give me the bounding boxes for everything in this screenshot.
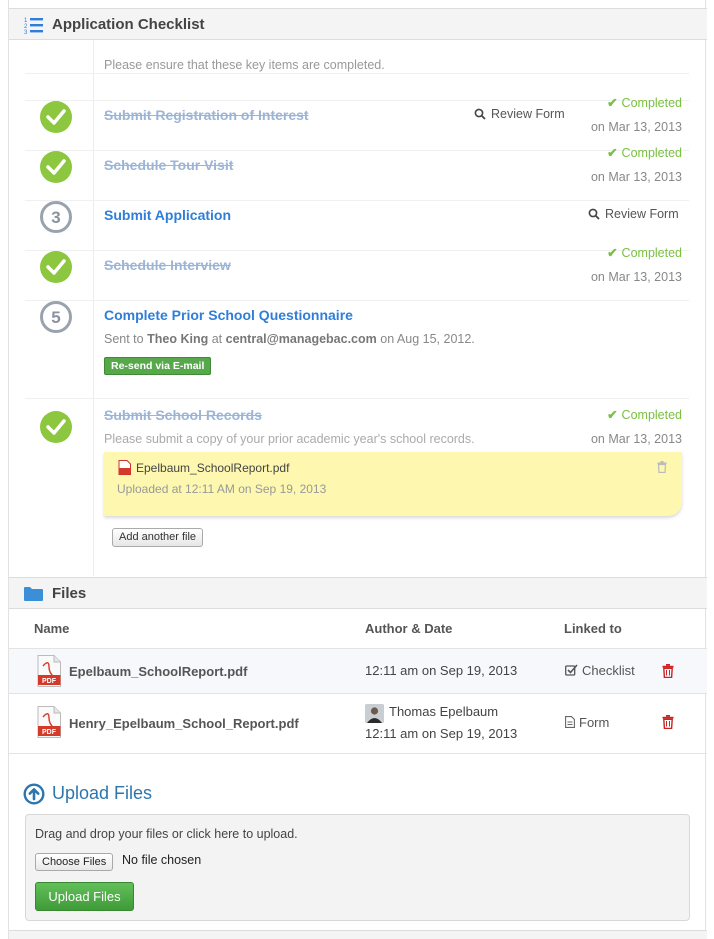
checkbox-icon bbox=[565, 664, 578, 676]
checklist-item-title[interactable]: Complete Prior School Questionnaire bbox=[104, 307, 353, 323]
attachment-filename[interactable]: Epelbaum_SchoolReport.pdf bbox=[136, 461, 289, 475]
step-number-icon: 5 bbox=[40, 301, 72, 333]
pdf-file-icon bbox=[118, 460, 131, 478]
check-icon: ✔ bbox=[607, 146, 618, 160]
folder-icon bbox=[24, 586, 43, 604]
column-header-linked-to: Linked to bbox=[564, 621, 622, 636]
divider bbox=[25, 150, 689, 151]
checklist-item-title[interactable]: Schedule Interview bbox=[104, 257, 231, 273]
checklist-item-title[interactable]: Submit Registration of Interest bbox=[104, 107, 309, 123]
status-completed: ✔ Completed bbox=[607, 245, 682, 260]
file-date: 12:11 am on Sep 19, 2013 bbox=[365, 726, 518, 741]
column-header-author-date: Author & Date bbox=[365, 621, 453, 636]
step-completed-icon bbox=[40, 411, 72, 443]
step-completed-icon bbox=[40, 151, 72, 183]
status-text: Completed bbox=[621, 246, 682, 260]
svg-text:3: 3 bbox=[24, 30, 28, 34]
divider bbox=[9, 930, 707, 939]
check-icon: ✔ bbox=[607, 246, 618, 260]
checklist-item-title[interactable]: Submit Application bbox=[104, 207, 231, 223]
step-number: 5 bbox=[51, 308, 61, 327]
step-completed-icon bbox=[40, 251, 72, 283]
divider bbox=[25, 250, 689, 251]
completed-date: on Mar 13, 2013 bbox=[590, 270, 682, 284]
status-completed: ✔ Completed bbox=[607, 95, 682, 110]
delete-icon[interactable] bbox=[662, 715, 674, 732]
step-number: 3 bbox=[51, 208, 61, 227]
status-completed: ✔ Completed bbox=[607, 407, 682, 422]
ordered-list-icon: 1 2 3 bbox=[24, 16, 44, 37]
trash-icon[interactable] bbox=[657, 461, 667, 476]
review-form-link[interactable]: Review Form bbox=[474, 107, 565, 121]
upload-files-button[interactable]: Upload Files bbox=[35, 882, 134, 911]
review-form-link[interactable]: Review Form bbox=[588, 207, 679, 221]
upload-hint: Drag and drop your files or click here t… bbox=[35, 827, 298, 841]
linked-label: Form bbox=[579, 715, 610, 730]
linked-to: Checklist bbox=[565, 663, 635, 678]
table-row[interactable]: PDF Henry_Epelbaum_School_Report.pdf Tho… bbox=[9, 694, 707, 754]
status-text: Completed bbox=[621, 408, 682, 422]
files-title: Files bbox=[52, 585, 87, 602]
attachment-uploaded: Uploaded at 12:11 AM on Sep 19, 2013 bbox=[117, 482, 327, 496]
checklist-item-title[interactable]: Submit School Records bbox=[104, 407, 262, 423]
divider bbox=[25, 300, 689, 301]
svg-text:PDF: PDF bbox=[42, 729, 57, 736]
checklist: Please ensure that these key items are c… bbox=[25, 40, 689, 576]
completed-date: on Mar 13, 2013 bbox=[590, 170, 682, 184]
review-form-label: Review Form bbox=[491, 107, 565, 121]
file-name-link[interactable]: Epelbaum_SchoolReport.pdf bbox=[69, 664, 247, 679]
linked-to: Form bbox=[565, 715, 609, 730]
attachment-note: Epelbaum_SchoolReport.pdf Uploaded at 12… bbox=[104, 452, 682, 516]
checklist-header: 1 2 3 Application Checklist bbox=[9, 8, 707, 40]
resend-email-button[interactable]: Re-send via E-mail bbox=[104, 357, 212, 375]
status-text: Completed bbox=[621, 146, 682, 160]
divider bbox=[25, 200, 689, 201]
document-icon bbox=[565, 716, 575, 728]
pdf-file-icon: PDF bbox=[37, 655, 61, 690]
checklist-item-title[interactable]: Schedule Tour Visit bbox=[104, 157, 233, 173]
column-header-name: Name bbox=[34, 621, 70, 636]
delete-icon[interactable] bbox=[662, 664, 674, 681]
search-icon bbox=[588, 208, 600, 220]
file-date: 12:11 am on Sep 19, 2013 bbox=[365, 663, 518, 678]
linked-label: Checklist bbox=[582, 663, 635, 678]
table-row[interactable]: PDF Epelbaum_SchoolReport.pdf 12:11 am o… bbox=[9, 648, 707, 694]
check-icon: ✔ bbox=[607, 96, 618, 110]
completed-date: on Mar 13, 2013 bbox=[590, 432, 682, 446]
file-input-status: No file chosen bbox=[122, 853, 202, 867]
pdf-file-icon: PDF bbox=[37, 706, 61, 741]
file-name-link[interactable]: Henry_Epelbaum_School_Report.pdf bbox=[69, 716, 299, 731]
files-header: Files bbox=[9, 577, 707, 609]
recipient-name: Theo King bbox=[147, 332, 209, 346]
divider bbox=[25, 398, 689, 399]
divider bbox=[93, 40, 94, 576]
divider bbox=[25, 73, 689, 74]
check-icon: ✔ bbox=[607, 408, 618, 422]
upload-arrow-icon bbox=[23, 783, 45, 808]
add-file-button[interactable]: Add another file bbox=[112, 528, 204, 547]
sent-date: on Aug 15, 2012. bbox=[380, 332, 475, 346]
checklist-intro: Please ensure that these key items are c… bbox=[104, 58, 385, 72]
recipient-email: central@managebac.com bbox=[225, 332, 377, 346]
upload-dropzone[interactable]: Drag and drop your files or click here t… bbox=[25, 814, 690, 921]
completed-date: on Mar 13, 2013 bbox=[590, 120, 682, 134]
avatar bbox=[365, 704, 384, 723]
divider bbox=[25, 100, 689, 101]
page-frame: 1 2 3 Application Checklist Please ensur… bbox=[8, 0, 707, 939]
svg-text:PDF: PDF bbox=[42, 678, 57, 685]
step-number-icon: 3 bbox=[40, 201, 72, 233]
file-author: Thomas Epelbaum bbox=[389, 704, 499, 719]
review-form-label: Review Form bbox=[605, 207, 679, 221]
item-note: Please submit a copy of your prior acade… bbox=[104, 432, 475, 446]
search-icon bbox=[474, 108, 486, 120]
choose-files-button[interactable]: Choose Files bbox=[35, 853, 114, 871]
upload-title: Upload Files bbox=[52, 783, 153, 803]
sent-prefix: Sent to bbox=[104, 332, 144, 346]
checklist-title: Application Checklist bbox=[52, 16, 205, 33]
sent-at: at bbox=[211, 332, 223, 346]
status-text: Completed bbox=[621, 96, 682, 110]
step-completed-icon bbox=[40, 101, 72, 133]
sent-info: Sent to Theo King at central@managebac.c… bbox=[104, 332, 475, 346]
status-completed: ✔ Completed bbox=[607, 145, 682, 160]
